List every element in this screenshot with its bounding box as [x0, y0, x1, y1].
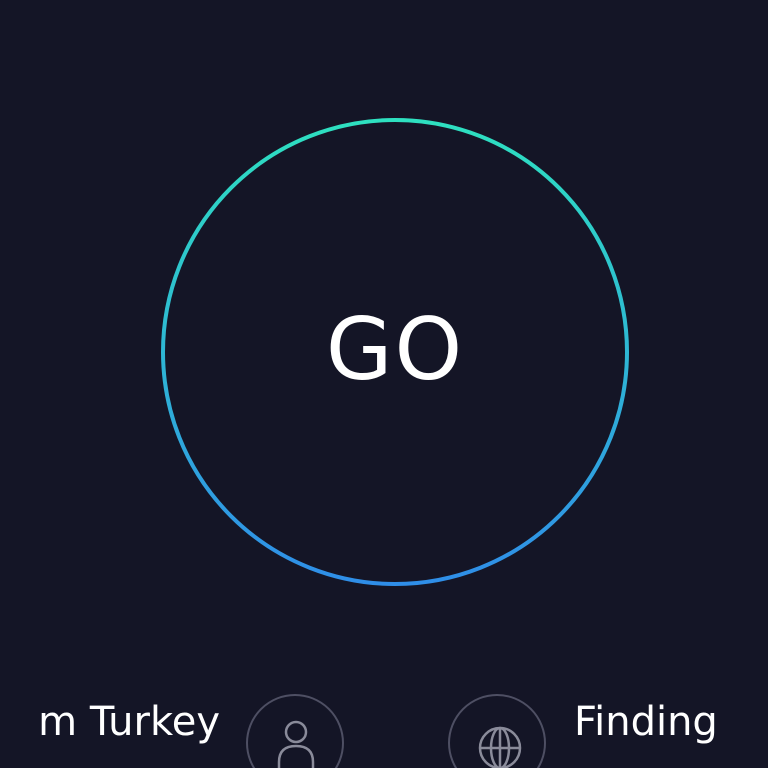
connection-info: m Turkey Finding [0, 690, 768, 768]
globe-icon [478, 726, 522, 768]
go-ring [161, 118, 629, 586]
server-button[interactable] [448, 694, 546, 768]
isp-name: m Turkey [38, 699, 220, 745]
isp-button[interactable] [246, 694, 344, 768]
speedtest-screen: GO m Turkey Finding [0, 0, 768, 768]
user-icon [277, 720, 315, 768]
server-name: Finding [574, 699, 718, 745]
go-button[interactable] [160, 117, 630, 587]
